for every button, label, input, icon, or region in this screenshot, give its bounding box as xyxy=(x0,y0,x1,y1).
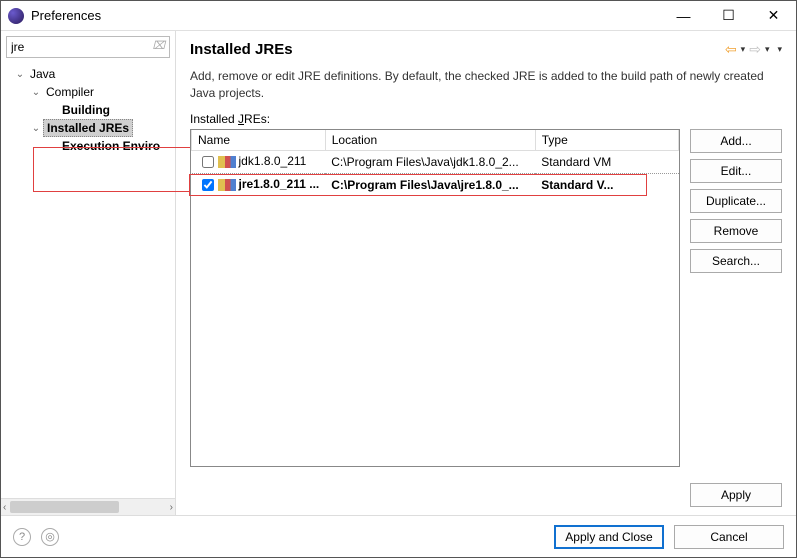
tree-item-execution-env[interactable]: Execution Enviro xyxy=(1,137,175,155)
page-description: Add, remove or edit JRE definitions. By … xyxy=(176,64,796,112)
scroll-left-icon[interactable]: ‹ xyxy=(3,502,6,513)
app-icon xyxy=(8,8,24,24)
table-label: Installed JREs: xyxy=(190,112,782,126)
table-row[interactable]: jdk1.8.0_211 C:\Program Files\Java\jdk1.… xyxy=(192,150,679,173)
search-button[interactable]: Search... xyxy=(690,249,782,273)
jre-table[interactable]: Name Location Type jdk1.8.0_211 C:\Progr… xyxy=(190,129,680,467)
clear-filter-icon[interactable]: ⌧ xyxy=(152,39,165,52)
close-button[interactable]: ✕ xyxy=(751,1,796,31)
edit-button[interactable]: Edit... xyxy=(690,159,782,183)
tree-item-installed-jres[interactable]: ⌄ Installed JREs xyxy=(1,119,175,137)
jre-checkbox[interactable] xyxy=(202,179,214,191)
twist-icon[interactable]: ⌄ xyxy=(29,123,43,134)
jre-icon xyxy=(218,156,236,168)
filter-input[interactable] xyxy=(6,36,170,58)
apply-and-close-button[interactable]: Apply and Close xyxy=(554,525,664,549)
view-menu-icon[interactable]: ▾ xyxy=(777,44,782,55)
table-row[interactable]: jre1.8.0_211 ... C:\Program Files\Java\j… xyxy=(192,173,679,196)
jre-icon xyxy=(218,179,236,191)
jre-checkbox[interactable] xyxy=(202,156,214,168)
apply-button[interactable]: Apply xyxy=(690,483,782,507)
twist-icon[interactable]: ⌄ xyxy=(13,69,27,80)
sidebar-scrollbar[interactable]: ‹ › xyxy=(1,498,175,515)
cancel-button[interactable]: Cancel xyxy=(674,525,784,549)
page-title: Installed JREs xyxy=(190,41,725,58)
minimize-button[interactable]: — xyxy=(661,1,706,31)
maximize-button[interactable]: ☐ xyxy=(706,1,751,31)
nav-forward-menu-icon[interactable]: ▾ xyxy=(765,44,770,55)
add-button[interactable]: Add... xyxy=(690,129,782,153)
duplicate-button[interactable]: Duplicate... xyxy=(690,189,782,213)
scroll-right-icon[interactable]: › xyxy=(170,502,173,513)
tree-item-building[interactable]: Building xyxy=(1,101,175,119)
import-export-icon[interactable]: ◎ xyxy=(41,528,59,546)
nav-back-icon[interactable]: ⇦ xyxy=(725,41,737,58)
tree-item-compiler[interactable]: ⌄ Compiler xyxy=(1,83,175,101)
nav-forward-icon: ⇨ xyxy=(749,41,761,58)
remove-button[interactable]: Remove xyxy=(690,219,782,243)
column-location[interactable]: Location xyxy=(325,130,535,151)
tree-item-java[interactable]: ⌄ Java xyxy=(1,65,175,83)
preferences-tree[interactable]: ⌄ Java ⌄ Compiler Building ⌄ Installed J… xyxy=(1,63,175,498)
column-type[interactable]: Type xyxy=(535,130,678,151)
twist-icon[interactable]: ⌄ xyxy=(29,87,43,98)
window-title: Preferences xyxy=(31,8,661,23)
nav-back-menu-icon[interactable]: ▾ xyxy=(741,44,746,55)
column-name[interactable]: Name xyxy=(192,130,326,151)
help-icon[interactable]: ? xyxy=(13,528,31,546)
